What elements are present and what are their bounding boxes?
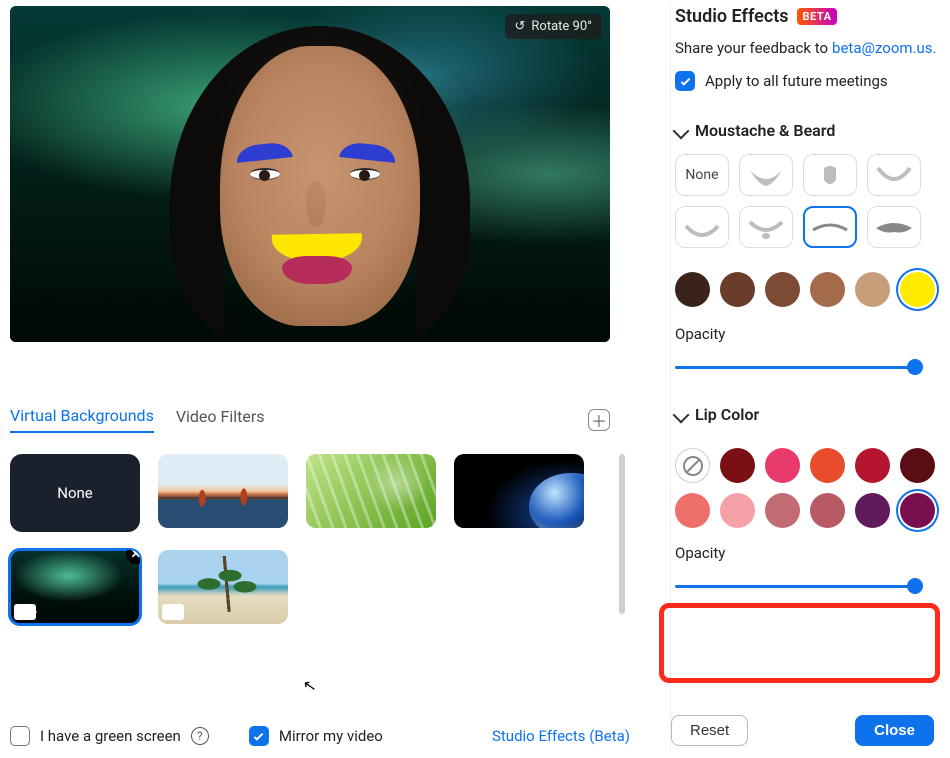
apply-all-checkbox[interactable] xyxy=(675,71,695,91)
beta-badge: BETA xyxy=(797,8,838,25)
beard-style-5[interactable] xyxy=(739,206,793,248)
beard-color-swatch[interactable] xyxy=(720,272,755,307)
rotate-button[interactable]: ↺ Rotate 90° xyxy=(505,14,603,39)
vbg-option-grass[interactable] xyxy=(306,454,436,528)
beard-color-swatch[interactable] xyxy=(765,272,800,307)
tab-virtual-backgrounds[interactable]: Virtual Backgrounds xyxy=(10,406,154,433)
lip-color-swatch[interactable] xyxy=(810,448,845,483)
feedback-email-link[interactable]: beta@zoom.us. xyxy=(832,39,936,57)
lip-color-swatch[interactable] xyxy=(810,493,845,528)
beard-style-1[interactable] xyxy=(739,154,793,196)
add-background-button[interactable]: ＋ xyxy=(588,409,610,431)
rotate-label: Rotate 90° xyxy=(531,19,592,34)
vbg-option-earth[interactable] xyxy=(454,454,584,528)
beard-color-swatch[interactable] xyxy=(810,272,845,307)
beard-style-4[interactable] xyxy=(675,206,729,248)
green-screen-label: I have a green screen xyxy=(40,727,181,745)
vbg-none-label: None xyxy=(57,484,93,502)
virtual-backgrounds-grid: None ✕ xyxy=(10,454,605,624)
video-preview: ↺ Rotate 90° xyxy=(10,6,610,342)
lip-color-toggle[interactable]: Lip Color xyxy=(675,405,942,424)
reset-button[interactable]: Reset xyxy=(671,715,748,746)
green-screen-checkbox[interactable] xyxy=(10,726,30,746)
beard-color-swatch[interactable] xyxy=(900,272,935,307)
lip-color-row xyxy=(675,448,942,528)
beard-color-row xyxy=(675,272,942,307)
lip-color-label: Lip Color xyxy=(695,405,759,424)
vbg-option-beach[interactable] xyxy=(158,550,288,624)
beard-style-2[interactable] xyxy=(803,154,857,196)
camera-icon xyxy=(162,604,184,620)
lip-color-swatch[interactable] xyxy=(675,493,710,528)
moustache-beard-toggle[interactable]: Moustache & Beard xyxy=(675,121,942,140)
beard-opacity-label: Opacity xyxy=(675,325,942,343)
beard-color-swatch[interactable] xyxy=(855,272,890,307)
mirror-video-label: Mirror my video xyxy=(279,727,383,745)
lip-color-none[interactable] xyxy=(675,448,710,483)
beard-style-grid: None xyxy=(675,154,942,248)
vbg-option-none[interactable]: None xyxy=(10,454,140,532)
beard-color-swatch[interactable] xyxy=(675,272,710,307)
lip-opacity-slider[interactable] xyxy=(675,580,915,594)
chevron-down-icon xyxy=(673,122,690,139)
lip-color-swatch[interactable] xyxy=(855,448,890,483)
camera-icon xyxy=(14,604,36,620)
lip-color-swatch[interactable] xyxy=(855,493,890,528)
lip-color-swatch[interactable] xyxy=(900,448,935,483)
chevron-down-icon xyxy=(673,406,690,423)
moustache-beard-label: Moustache & Beard xyxy=(695,121,835,140)
apply-all-label: Apply to all future meetings xyxy=(705,72,888,90)
lip-color-swatch[interactable] xyxy=(720,493,755,528)
remove-background-button[interactable]: ✕ xyxy=(126,550,140,564)
panel-title: Studio Effects xyxy=(675,6,789,27)
beard-style-none[interactable]: None xyxy=(675,154,729,196)
lip-color-swatch[interactable] xyxy=(765,448,800,483)
plus-icon: ＋ xyxy=(591,408,607,432)
beard-opacity-slider[interactable] xyxy=(675,361,915,375)
lip-opacity-label: Opacity xyxy=(675,544,942,562)
share-feedback-text: Share your feedback to xyxy=(675,39,828,57)
lip-color-swatch[interactable] xyxy=(900,493,935,528)
help-icon[interactable]: ? xyxy=(191,727,209,745)
vbg-option-golden-gate[interactable] xyxy=(158,454,288,528)
close-button[interactable]: Close xyxy=(855,715,934,746)
vbg-option-aurora[interactable]: ✕ xyxy=(10,550,140,624)
beard-style-6[interactable] xyxy=(803,206,857,248)
rotate-icon: ↺ xyxy=(515,19,526,34)
lip-color-swatch[interactable] xyxy=(720,448,755,483)
mirror-video-checkbox[interactable] xyxy=(249,726,269,746)
beard-style-3[interactable] xyxy=(867,154,921,196)
studio-effects-link[interactable]: Studio Effects (Beta) xyxy=(492,727,630,745)
scrollbar[interactable] xyxy=(619,454,625,614)
cursor-icon: ↖ xyxy=(301,675,318,696)
beard-style-7[interactable] xyxy=(867,206,921,248)
lip-color-swatch[interactable] xyxy=(765,493,800,528)
tab-video-filters[interactable]: Video Filters xyxy=(176,407,265,432)
